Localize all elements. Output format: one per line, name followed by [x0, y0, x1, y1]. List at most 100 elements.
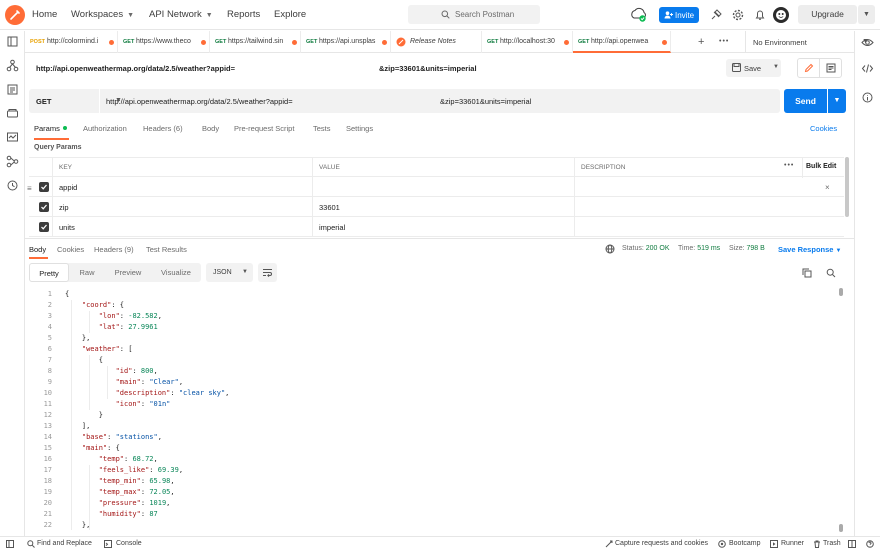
nav-api-network[interactable]: API Network ▼ — [149, 0, 213, 30]
view-mode-pretty[interactable]: Pretty — [29, 263, 69, 282]
response-body-code[interactable]: 1{2 "coord": {3 "lon": -82.582, 4 "lat": … — [29, 289, 840, 530]
tab-body[interactable]: Body — [202, 124, 219, 133]
avatar[interactable] — [773, 7, 789, 23]
line-number: 20 — [43, 499, 52, 507]
code-line: 10 "description": "clear sky", — [29, 389, 829, 400]
history-icon[interactable] — [6, 179, 19, 192]
save-button[interactable]: Save ▼ — [726, 59, 781, 77]
runner-button[interactable]: Runner — [781, 540, 804, 547]
method-select[interactable]: GET — [36, 97, 51, 106]
sync-status-icon[interactable] — [630, 7, 647, 23]
tab-tests[interactable]: Tests — [313, 124, 331, 133]
tab-pre-request-script[interactable]: Pre-request Script — [234, 124, 294, 133]
layout-icon[interactable] — [848, 540, 856, 548]
code-scrollbar[interactable] — [839, 288, 843, 532]
tab-request-1[interactable]: POST http://colormind.i — [25, 31, 118, 53]
description-cell[interactable] — [575, 177, 844, 197]
response-tab-cookies[interactable]: Cookies — [57, 245, 84, 254]
tab-request-3[interactable]: GET https://tailwind.sin — [210, 31, 301, 53]
cookies-link[interactable]: Cookies — [810, 124, 837, 133]
bulk-edit-button[interactable]: Bulk Edit — [806, 163, 836, 170]
send-button[interactable]: Send — [784, 89, 827, 113]
console-button[interactable]: Console — [116, 540, 142, 547]
upgrade-menu-chevron-icon[interactable]: ▼ — [857, 5, 875, 24]
key-cell[interactable]: units — [53, 217, 313, 237]
sidebar-toggle-icon[interactable] — [6, 540, 14, 548]
value-cell[interactable]: imperial — [313, 217, 575, 237]
search-icon[interactable] — [826, 268, 836, 278]
capture-requests-button[interactable]: Capture requests and cookies — [615, 540, 708, 547]
tab-settings[interactable]: Settings — [346, 124, 373, 133]
search-input[interactable]: Search Postman — [408, 5, 540, 24]
upgrade-button[interactable]: Upgrade — [798, 5, 857, 24]
description-cell[interactable] — [575, 197, 844, 217]
response-tab-test-results[interactable]: Test Results — [146, 245, 187, 254]
tab-request-6[interactable]: GET http://localhost:30 — [482, 31, 573, 53]
bootcamp-button[interactable]: Bootcamp — [729, 540, 761, 547]
copy-icon[interactable] — [802, 268, 812, 278]
postman-logo-icon[interactable] — [5, 5, 25, 25]
view-mode-preview[interactable]: Preview — [105, 263, 151, 282]
bell-icon[interactable] — [753, 8, 767, 22]
apis-icon[interactable] — [6, 59, 19, 72]
gear-icon[interactable] — [731, 8, 745, 22]
globe-icon[interactable] — [605, 244, 615, 254]
tab-title: Release Notes — [410, 38, 456, 45]
send-menu-chevron-icon[interactable]: ▼ — [828, 89, 846, 113]
nav-reports[interactable]: Reports — [227, 0, 260, 30]
flows-icon[interactable] — [6, 155, 19, 168]
enabled-checkbox[interactable] — [39, 202, 49, 212]
close-icon[interactable]: × — [825, 183, 830, 192]
right-sidebar — [854, 31, 880, 536]
url-input[interactable]: http://api.openweathermap.org/data/2.5/w… — [106, 97, 293, 106]
description-cell[interactable] — [575, 217, 844, 237]
code-icon[interactable] — [861, 62, 874, 75]
view-mode-raw[interactable]: Raw — [69, 263, 105, 282]
drag-handle-icon[interactable]: ≡ — [27, 184, 32, 193]
key-cell[interactable]: zip — [53, 197, 313, 217]
nav-workspaces[interactable]: Workspaces ▼ — [71, 0, 134, 30]
invite-button[interactable]: Invite — [659, 7, 699, 23]
info-icon[interactable] — [861, 91, 874, 104]
value-cell[interactable] — [313, 177, 575, 197]
code-text: { — [65, 290, 70, 298]
nav-explore[interactable]: Explore — [274, 0, 306, 30]
tab-request-active[interactable]: GET http://api.openwea — [573, 31, 671, 53]
view-mode-visualize[interactable]: Visualize — [151, 263, 201, 282]
collections-icon[interactable] — [6, 35, 19, 48]
request-name-continued[interactable]: &zip=33601&units=imperial — [379, 64, 477, 73]
response-tab-body[interactable]: Body — [29, 245, 46, 254]
enabled-checkbox[interactable] — [39, 222, 49, 232]
monitors-icon[interactable] — [6, 131, 19, 144]
response-tab-headers[interactable]: Headers (9) — [94, 245, 134, 254]
trash-button[interactable]: Trash — [823, 540, 841, 547]
format-select[interactable]: JSON ▼ — [206, 263, 253, 282]
nav-home[interactable]: Home — [32, 0, 57, 30]
help-icon[interactable] — [866, 540, 874, 548]
tab-params[interactable]: Params — [34, 124, 60, 133]
edit-pencil-icon[interactable] — [798, 59, 820, 77]
tab-headers[interactable]: Headers (6) — [143, 124, 183, 133]
enabled-checkbox[interactable] — [39, 182, 49, 192]
params-scrollbar[interactable] — [845, 157, 849, 217]
save-response-button[interactable]: Save Response ▼ — [778, 245, 842, 254]
table-options-more-icon[interactable]: ••• — [784, 162, 794, 169]
mock-servers-icon[interactable] — [6, 107, 19, 120]
tabs-more-icon[interactable]: ••• — [719, 38, 729, 45]
environments-icon[interactable] — [6, 83, 19, 96]
tab-authorization[interactable]: Authorization — [83, 124, 127, 133]
satellite-icon[interactable] — [709, 8, 723, 22]
environment-select[interactable]: No Environment ▼ — [745, 31, 871, 53]
url-input-continued[interactable]: &zip=33601&units=imperial — [440, 97, 531, 106]
tab-request-2[interactable]: GET https://www.theco — [118, 31, 210, 53]
request-name[interactable]: http://api.openweathermap.org/data/2.5/w… — [36, 64, 235, 73]
value-cell[interactable]: 33601 — [313, 197, 575, 217]
code-line: 16 "temp": 68.72, — [29, 455, 829, 466]
documentation-icon[interactable] — [820, 59, 842, 77]
wrap-lines-button[interactable] — [258, 263, 277, 282]
tab-request-4[interactable]: GET https://api.unsplas — [301, 31, 391, 53]
key-cell[interactable]: appid — [53, 177, 313, 197]
tab-release-notes[interactable]: Release Notes — [391, 31, 482, 53]
new-tab-plus-icon[interactable]: + — [698, 36, 704, 48]
find-replace-button[interactable]: Find and Replace — [37, 540, 92, 547]
